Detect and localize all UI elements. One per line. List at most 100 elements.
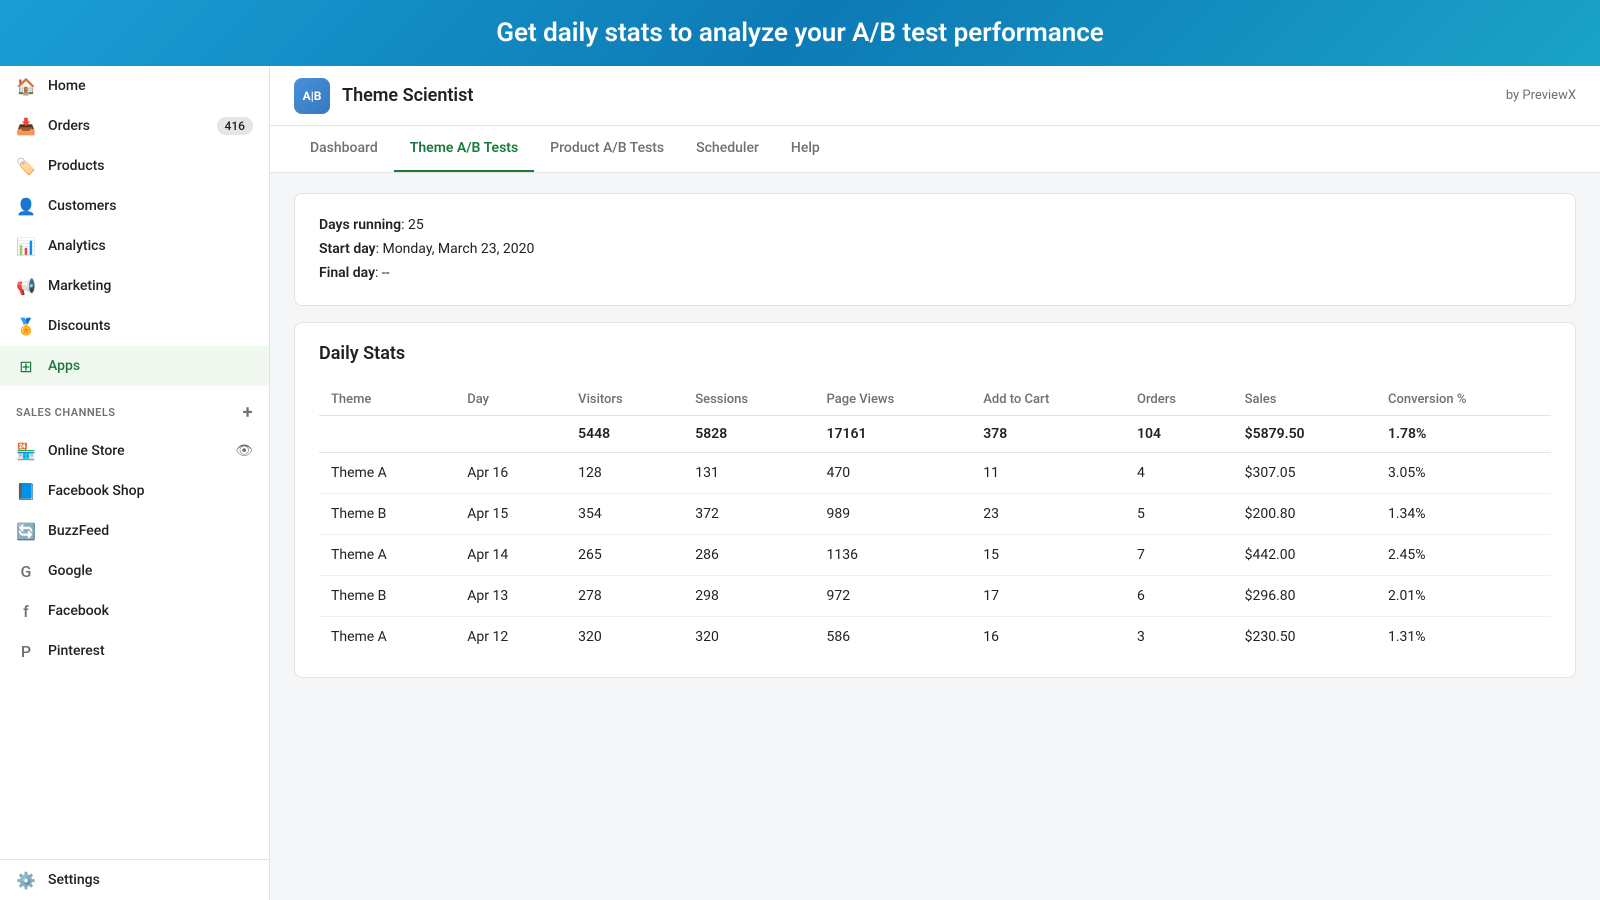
sales-channel-label-facebook-shop: Facebook Shop [48, 483, 144, 499]
sales-channel-label-google: Google [48, 563, 92, 579]
sidebar-item-online-store[interactable]: 🏪 Online Store 👁 [0, 431, 269, 471]
totals-visitors: 5448 [566, 416, 683, 453]
sidebar-label-orders: Orders [48, 118, 90, 134]
table-row: Theme B Apr 15 354 372 989 23 5 $200.80 … [319, 494, 1551, 535]
eye-icon[interactable]: 👁 [235, 443, 253, 459]
sales-channels-title: SALES CHANNELS [16, 406, 116, 419]
sidebar-item-apps[interactable]: ⊞ Apps [0, 346, 269, 386]
row-orders: 3 [1125, 617, 1233, 658]
sidebar-label-analytics: Analytics [48, 238, 106, 254]
row-day: Apr 15 [455, 494, 566, 535]
settings-icon: ⚙️ [16, 870, 36, 890]
row-day: Apr 12 [455, 617, 566, 658]
row-page-views: 972 [814, 576, 971, 617]
apps-icon: ⊞ [16, 356, 36, 376]
sales-channels-section: SALES CHANNELS + [0, 386, 269, 431]
row-sales: $442.00 [1233, 535, 1376, 576]
sales-channel-label-pinterest: Pinterest [48, 643, 105, 659]
col-header-add-to-cart: Add to Cart [971, 384, 1125, 416]
row-conversion: 2.01% [1376, 576, 1551, 617]
row-add-to-cart: 11 [971, 453, 1125, 494]
sidebar-item-discounts[interactable]: 🏅 Discounts [0, 306, 269, 346]
days-running-value: 25 [408, 217, 424, 233]
sales-channel-label-facebook: Facebook [48, 603, 109, 619]
tab-product-ab[interactable]: Product A/B Tests [534, 126, 680, 172]
totals-theme [319, 416, 455, 453]
col-header-orders: Orders [1125, 384, 1233, 416]
sidebar-item-buzzfeed[interactable]: 🔄 BuzzFeed [0, 511, 269, 551]
content-area: A|B Theme Scientist by PreviewX Dashboar… [270, 66, 1600, 900]
sidebar-item-google[interactable]: G Google [0, 551, 269, 591]
start-day-value: Monday, March 23, 2020 [382, 241, 534, 257]
totals-add-to-cart: 378 [971, 416, 1125, 453]
row-sales: $200.80 [1233, 494, 1376, 535]
row-sessions: 372 [683, 494, 814, 535]
sidebar-item-facebook-shop[interactable]: 📘 Facebook Shop [0, 471, 269, 511]
table-row: Theme A Apr 14 265 286 1136 15 7 $442.00… [319, 535, 1551, 576]
add-sales-channel-icon[interactable]: + [243, 402, 253, 423]
row-theme: Theme A [319, 453, 455, 494]
facebook-icon: f [16, 601, 36, 621]
row-conversion: 1.31% [1376, 617, 1551, 658]
home-icon: 🏠 [16, 76, 36, 96]
sales-channel-label-buzzfeed: BuzzFeed [48, 523, 109, 539]
online-store-icon: 🏪 [16, 441, 36, 461]
row-orders: 6 [1125, 576, 1233, 617]
row-visitors: 354 [566, 494, 683, 535]
sidebar-item-customers[interactable]: 👤 Customers [0, 186, 269, 226]
totals-row: 5448 5828 17161 378 104 $5879.50 1.78% [319, 416, 1551, 453]
daily-stats-title: Daily Stats [319, 343, 1551, 364]
table-row: Theme A Apr 12 320 320 586 16 3 $230.50 … [319, 617, 1551, 658]
tab-dashboard[interactable]: Dashboard [294, 126, 394, 172]
analytics-icon: 📊 [16, 236, 36, 256]
sidebar-item-settings[interactable]: ⚙️ Settings [0, 860, 269, 900]
sidebar-label-customers: Customers [48, 198, 116, 214]
row-orders: 5 [1125, 494, 1233, 535]
row-orders: 4 [1125, 453, 1233, 494]
tab-help[interactable]: Help [775, 126, 836, 172]
totals-day [455, 416, 566, 453]
row-day: Apr 13 [455, 576, 566, 617]
by-previewx-label: by PreviewX [1506, 88, 1576, 103]
tabs-bar: DashboardTheme A/B TestsProduct A/B Test… [270, 126, 1600, 173]
row-sessions: 286 [683, 535, 814, 576]
row-page-views: 1136 [814, 535, 971, 576]
row-visitors: 128 [566, 453, 683, 494]
sidebar-label-apps: Apps [48, 358, 80, 374]
top-banner: Get daily stats to analyze your A/B test… [0, 0, 1600, 66]
days-running-label: Days running [319, 217, 401, 233]
tab-scheduler[interactable]: Scheduler [680, 126, 775, 172]
row-sales: $230.50 [1233, 617, 1376, 658]
col-header-page-views: Page Views [814, 384, 971, 416]
content-body: Days running: 25 Start day: Monday, Marc… [270, 173, 1600, 698]
sidebar-item-analytics[interactable]: 📊 Analytics [0, 226, 269, 266]
row-add-to-cart: 16 [971, 617, 1125, 658]
table-row: Theme B Apr 13 278 298 972 17 6 $296.80 … [319, 576, 1551, 617]
row-day: Apr 14 [455, 535, 566, 576]
app-header: A|B Theme Scientist by PreviewX [270, 66, 1600, 126]
row-page-views: 586 [814, 617, 971, 658]
orders-badge: 416 [217, 117, 253, 135]
row-theme: Theme A [319, 617, 455, 658]
stats-table: ThemeDayVisitorsSessionsPage ViewsAdd to… [319, 384, 1551, 657]
final-day-line: Final day: -- [319, 262, 1551, 286]
sidebar-item-orders[interactable]: 📥 Orders 416 [0, 106, 269, 146]
pinterest-icon: P [16, 641, 36, 661]
facebook-shop-icon: 📘 [16, 481, 36, 501]
row-visitors: 320 [566, 617, 683, 658]
sidebar-label-products: Products [48, 158, 105, 174]
sidebar-item-home[interactable]: 🏠 Home [0, 66, 269, 106]
tab-theme-ab[interactable]: Theme A/B Tests [394, 126, 534, 172]
row-page-views: 989 [814, 494, 971, 535]
sidebar-item-pinterest[interactable]: P Pinterest [0, 631, 269, 671]
row-visitors: 278 [566, 576, 683, 617]
sidebar-item-facebook[interactable]: f Facebook [0, 591, 269, 631]
col-header-sessions: Sessions [683, 384, 814, 416]
sidebar-item-products[interactable]: 🏷️ Products [0, 146, 269, 186]
totals-sales: $5879.50 [1233, 416, 1376, 453]
col-header-theme: Theme [319, 384, 455, 416]
final-day-value: -- [382, 265, 390, 281]
row-sessions: 298 [683, 576, 814, 617]
row-orders: 7 [1125, 535, 1233, 576]
sidebar-item-marketing[interactable]: 📢 Marketing [0, 266, 269, 306]
